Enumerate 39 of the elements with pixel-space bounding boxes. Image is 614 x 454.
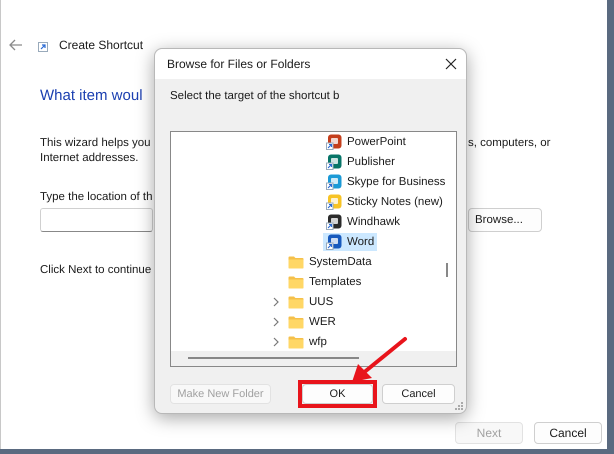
folder-icon [288,255,304,269]
dialog-prompt: Select the target of the shortcut b [170,90,340,102]
tree-item[interactable]: Sticky Notes (new) [323,193,446,211]
tree-item[interactable]: UUS [285,293,336,311]
tree-item[interactable]: WER [285,313,339,331]
tree-item[interactable]: Publisher [323,153,398,171]
scrollbar-thumb[interactable] [446,263,448,277]
folder-icon [288,275,304,289]
wizard-button[interactable]: Cancel [534,422,602,444]
close-icon[interactable] [445,58,457,70]
chevron-icon[interactable] [272,337,280,347]
wizard-heading: What item woul [40,86,143,106]
tree-item[interactable]: Word [323,233,378,251]
instruction-text: Click Next to continue [40,264,152,276]
intro-text: s, computers, or [468,136,550,151]
browse-button[interactable]: Browse... [468,208,542,232]
intro-text: This wizard helps you [40,136,151,151]
tree-item[interactable]: Skype for Business [323,173,448,191]
dialog-button[interactable]: OK [302,384,373,404]
tree-item[interactable]: wfp [285,333,330,351]
folder-icon [288,295,304,309]
field-label: Type the location of th [40,191,153,203]
location-field[interactable] [40,208,153,232]
shortcut-icon [38,42,48,52]
folder-icon [288,335,304,349]
resize-grip-icon[interactable] [455,402,463,410]
dialog-button[interactable]: Cancel [382,384,455,404]
tree-item[interactable]: Windhawk [323,213,404,231]
back-arrow-icon[interactable] [9,39,23,51]
chevron-icon[interactable] [272,297,280,307]
scrollbar-thumb[interactable] [188,357,359,359]
tree-item[interactable]: SystemData [285,253,375,271]
window-title: Create Shortcut [59,38,144,52]
folder-icon [288,315,304,329]
intro-text: Internet addresses. [40,151,138,166]
dialog-title: Browse for Files or Folders [167,57,310,71]
chevron-icon[interactable] [272,317,280,327]
tree-item[interactable]: PowerPoint [323,133,409,151]
tree-item[interactable]: Templates [285,273,364,291]
